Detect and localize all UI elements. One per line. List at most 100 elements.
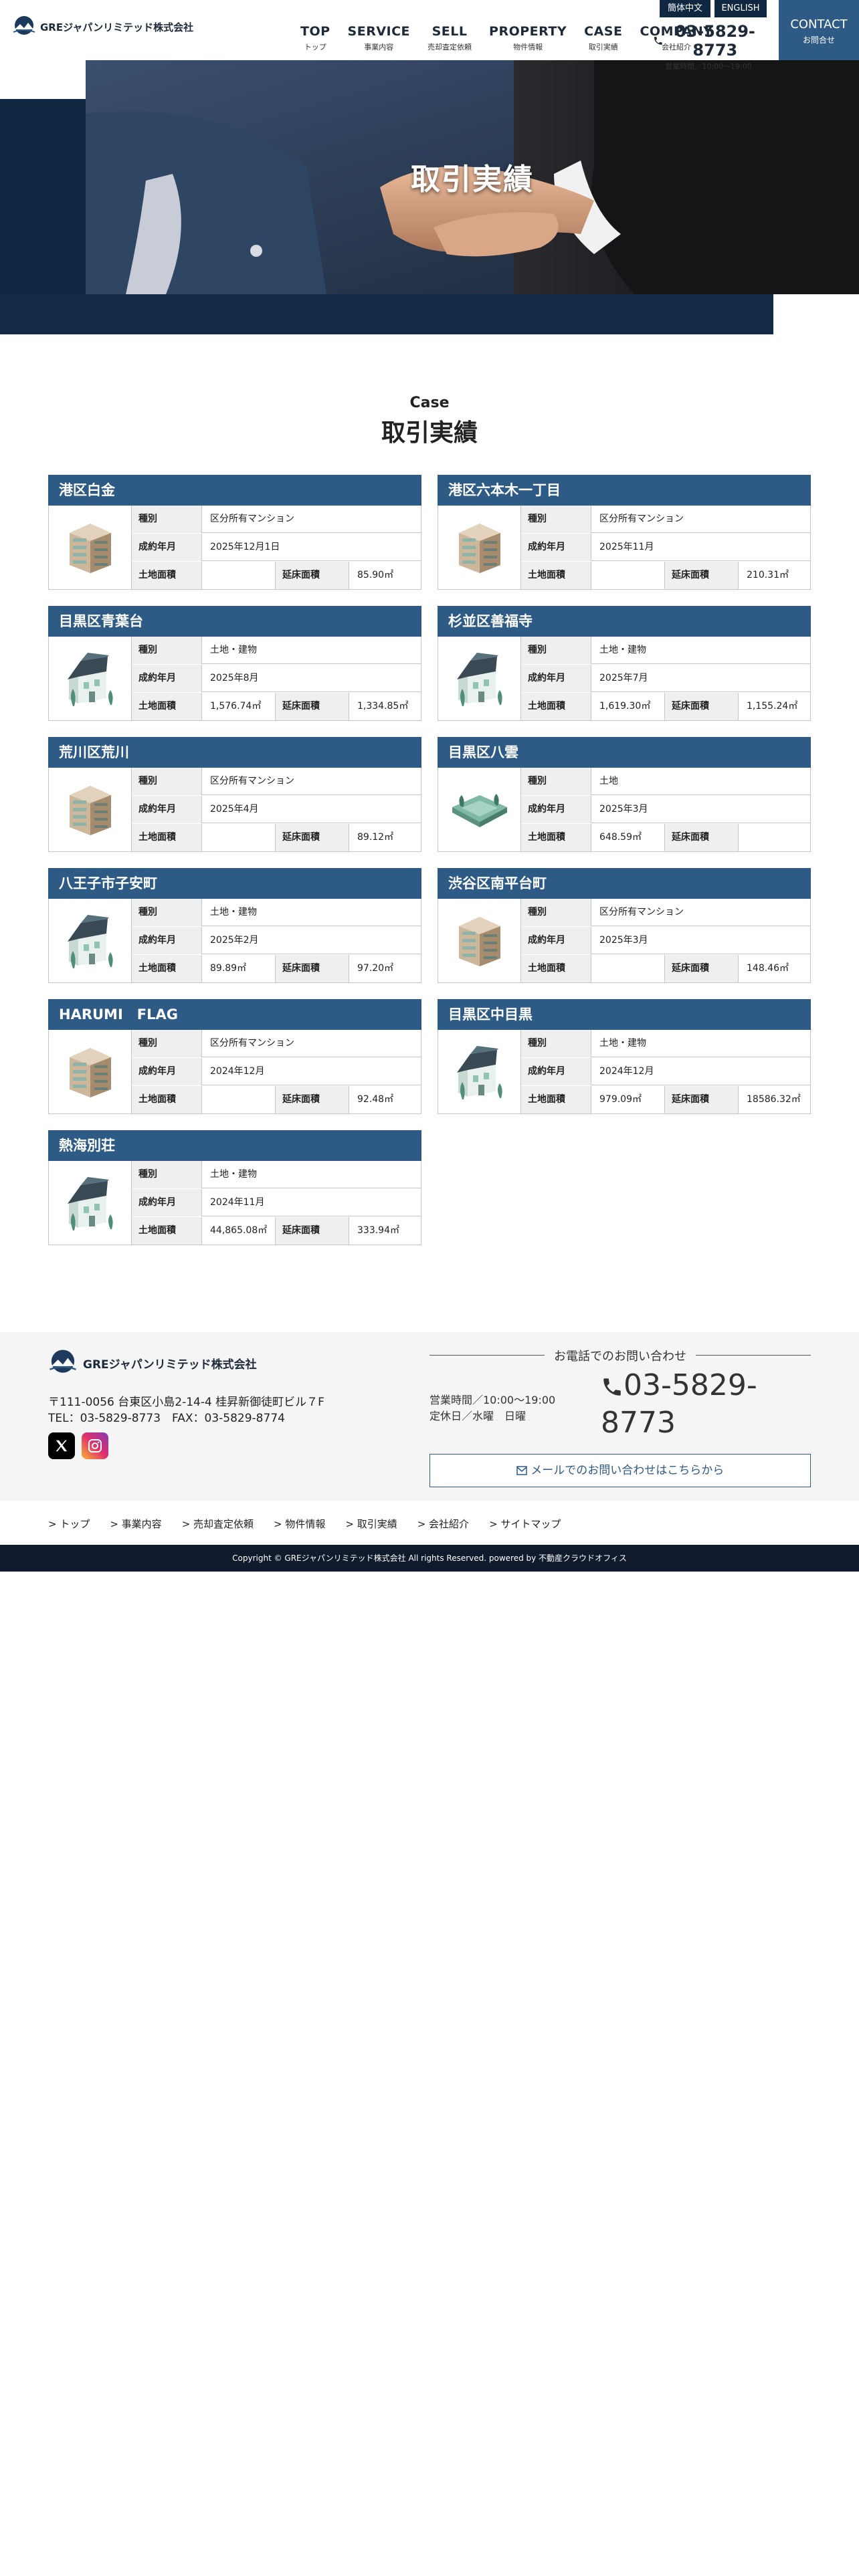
value-floor-area: 148.46㎡ [747, 963, 789, 974]
footer-logo-text: GREジャパンリミテッド株式会社 [83, 1358, 257, 1372]
footer-link-case[interactable]: > 取引実績 [345, 1517, 397, 1531]
footer-link-company[interactable]: > 会社紹介 [417, 1517, 469, 1531]
footer-link-property[interactable]: > 物件情報 [274, 1517, 325, 1531]
logo-mark-icon [13, 16, 35, 35]
value-type: 土地・建物 [210, 907, 257, 918]
lang-english-button[interactable]: ENGLISH [714, 0, 767, 17]
label-floor-area: 延床面積 [665, 955, 739, 982]
footer-link-sell[interactable]: > 売却査定依頼 [182, 1517, 254, 1531]
footer-phone[interactable]: 03-5829-8773 [601, 1367, 801, 1442]
label-land-area: 土地面積 [521, 562, 591, 589]
value-type: 区分所有マンション [210, 1038, 294, 1049]
label-type: 種別 [521, 637, 591, 664]
contact-button[interactable]: CONTACT お問合せ [779, 0, 859, 60]
header-phone[interactable]: 03-5829-8773 営業時間／10:00〜19:00 [653, 22, 764, 72]
value-type: 土地・建物 [599, 645, 646, 655]
label-date: 成約年月 [521, 927, 591, 954]
case-card[interactable]: 熱海別荘 種別 土地・建物 成約年月 2024年11月 土地面積 44,865.08㎡ 延床… [48, 1130, 421, 1245]
value-floor-area: 18586.32㎡ [747, 1094, 801, 1105]
value-type: 区分所有マンション [210, 514, 294, 524]
case-card[interactable]: 港区六本木一丁目 種別 区分所有マンション 成約年月 2025年11月 土地面積 延床面積… [438, 475, 811, 590]
value-date: 2025年12月1日 [210, 542, 280, 552]
mail-contact-button[interactable]: メールでのお問い合わせはこちらから [430, 1454, 811, 1487]
condo-building-icon [438, 506, 521, 589]
instagram-icon[interactable] [82, 1432, 108, 1459]
nav-item-top[interactable]: TOP トップ [292, 24, 339, 52]
nav-item-property[interactable]: PROPERTY 物件情報 [480, 24, 575, 52]
value-date: 2025年11月 [599, 542, 654, 552]
case-card[interactable]: HARUMI FLAG 種別 区分所有マンション 成約年月 2024年12月 土地面積 延… [48, 999, 421, 1114]
label-date: 成約年月 [521, 796, 591, 823]
mail-icon [516, 1466, 527, 1475]
value-date: 2025年4月 [210, 804, 259, 815]
case-card[interactable]: 目黒区青葉台 種別 土地・建物 成約年月 2025年8月 土地面積 1,576.74㎡ 延床… [48, 606, 421, 721]
house-icon [438, 1030, 521, 1113]
phone-icon [603, 1378, 621, 1396]
label-floor-area: 延床面積 [276, 955, 349, 982]
site-logo[interactable]: GREジャパンリミテッド株式会社 [12, 15, 193, 39]
header-phone-number: 03-5829-8773 [674, 22, 755, 60]
value-floor-area: 333.94㎡ [357, 1225, 399, 1236]
footer-link-service[interactable]: > 事業内容 [110, 1517, 161, 1531]
case-card-body: 種別 土地・建物 成約年月 2024年11月 土地面積 44,865.08㎡ 延床面積 333… [48, 1161, 421, 1245]
label-floor-area: 延床面積 [276, 693, 349, 720]
footer-link-sitemap[interactable]: > サイトマップ [489, 1517, 561, 1531]
house-icon [49, 1161, 132, 1245]
case-card-title: 熱海別荘 [48, 1130, 421, 1161]
site-header: GREジャパンリミテッド株式会社 TOP トップ SERVICE 事業内容 SE… [0, 0, 859, 71]
nav-item-service[interactable]: SERVICE 事業内容 [339, 24, 419, 52]
case-card[interactable]: 八王子市子安町 種別 土地・建物 成約年月 2025年2月 土地面積 89.89㎡ 延床面積… [48, 868, 421, 983]
header-hours: 営業時間／10:00〜19:00 [665, 62, 752, 71]
value-floor-area: 1,334.85㎡ [357, 701, 409, 712]
label-type: 種別 [132, 506, 202, 533]
label-floor-area: 延床面積 [276, 1217, 349, 1245]
case-card[interactable]: 渋谷区南平台町 種別 区分所有マンション 成約年月 2025年3月 土地面積 延床面積 14… [438, 868, 811, 983]
case-card[interactable]: 目黒区中目黒 種別 土地・建物 成約年月 2024年12月 土地面積 979.09㎡ 延床面… [438, 999, 811, 1114]
value-date: 2025年2月 [210, 935, 259, 946]
footer-tel-fax: TEL：03-5829-8773 FAX：03-5829-8774 [48, 1412, 285, 1425]
label-floor-area: 延床面積 [276, 562, 349, 589]
land-plot-icon [438, 768, 521, 851]
footer-link-top[interactable]: > トップ [48, 1517, 90, 1531]
label-type: 種別 [132, 1161, 202, 1188]
label-land-area: 土地面積 [132, 955, 202, 982]
value-land-area: 44,865.08㎡ [202, 1217, 276, 1245]
house-icon [49, 637, 132, 720]
label-date: 成約年月 [132, 1189, 202, 1216]
case-card-title: 目黒区青葉台 [48, 606, 421, 637]
value-type: 土地 [599, 776, 618, 786]
label-type: 種別 [132, 899, 202, 926]
value-floor-area: 92.48㎡ [357, 1094, 394, 1105]
value-floor-area [739, 824, 811, 851]
nav-item-case[interactable]: CASE 取引実績 [575, 24, 631, 52]
value-type: 土地・建物 [210, 645, 257, 655]
nav-item-sell[interactable]: SELL 売却査定依頼 [419, 24, 480, 52]
hero-backdrop-lower [0, 294, 773, 334]
value-floor-area: 85.90㎡ [357, 570, 394, 580]
label-type: 種別 [521, 899, 591, 926]
condo-building-icon [49, 506, 132, 589]
condo-building-icon [438, 899, 521, 982]
footer-logo[interactable]: GREジャパンリミテッド株式会社 [48, 1348, 257, 1378]
case-card[interactable]: 荒川区荒川 種別 区分所有マンション 成約年月 2025年4月 土地面積 延床面積 89.1… [48, 737, 421, 852]
label-floor-area: 延床面積 [276, 1086, 349, 1113]
label-type: 種別 [132, 1030, 202, 1057]
case-card-body: 種別 区分所有マンション 成約年月 2025年12月1日 土地面積 延床面積 85.90㎡ [48, 506, 421, 590]
case-card[interactable]: 港区白金 種別 区分所有マンション 成約年月 2025年12月1日 土地面積 延床面積 85… [48, 475, 421, 590]
section-subtitle: Case [409, 395, 450, 411]
case-card[interactable]: 杉並区善福寺 種別 土地・建物 成約年月 2025年7月 土地面積 1,619.30㎡ 延床… [438, 606, 811, 721]
x-twitter-icon[interactable] [48, 1432, 75, 1459]
case-card[interactable]: 目黒区八雲 種別 土地 成約年月 2025年3月 土地面積 648.59㎡ 延床面積 [438, 737, 811, 852]
footer-address: 〒111-0056 台東区小島2-14-4 桂昇新御徒町ビル７F [48, 1396, 324, 1409]
label-land-area: 土地面積 [521, 824, 591, 851]
label-land-area: 土地面積 [521, 955, 591, 982]
case-card-body: 種別 区分所有マンション 成約年月 2025年3月 土地面積 延床面積 148.46㎡ [438, 899, 811, 983]
label-land-area: 土地面積 [132, 562, 202, 589]
case-card-title: HARUMI FLAG [48, 999, 421, 1030]
logo-mark-icon [50, 1350, 76, 1373]
value-land-area: 979.09㎡ [591, 1086, 665, 1113]
lang-chinese-button[interactable]: 簡体中文 [660, 0, 710, 17]
value-date: 2025年8月 [210, 673, 259, 683]
house-icon [49, 899, 132, 982]
value-type: 土地・建物 [210, 1169, 257, 1180]
